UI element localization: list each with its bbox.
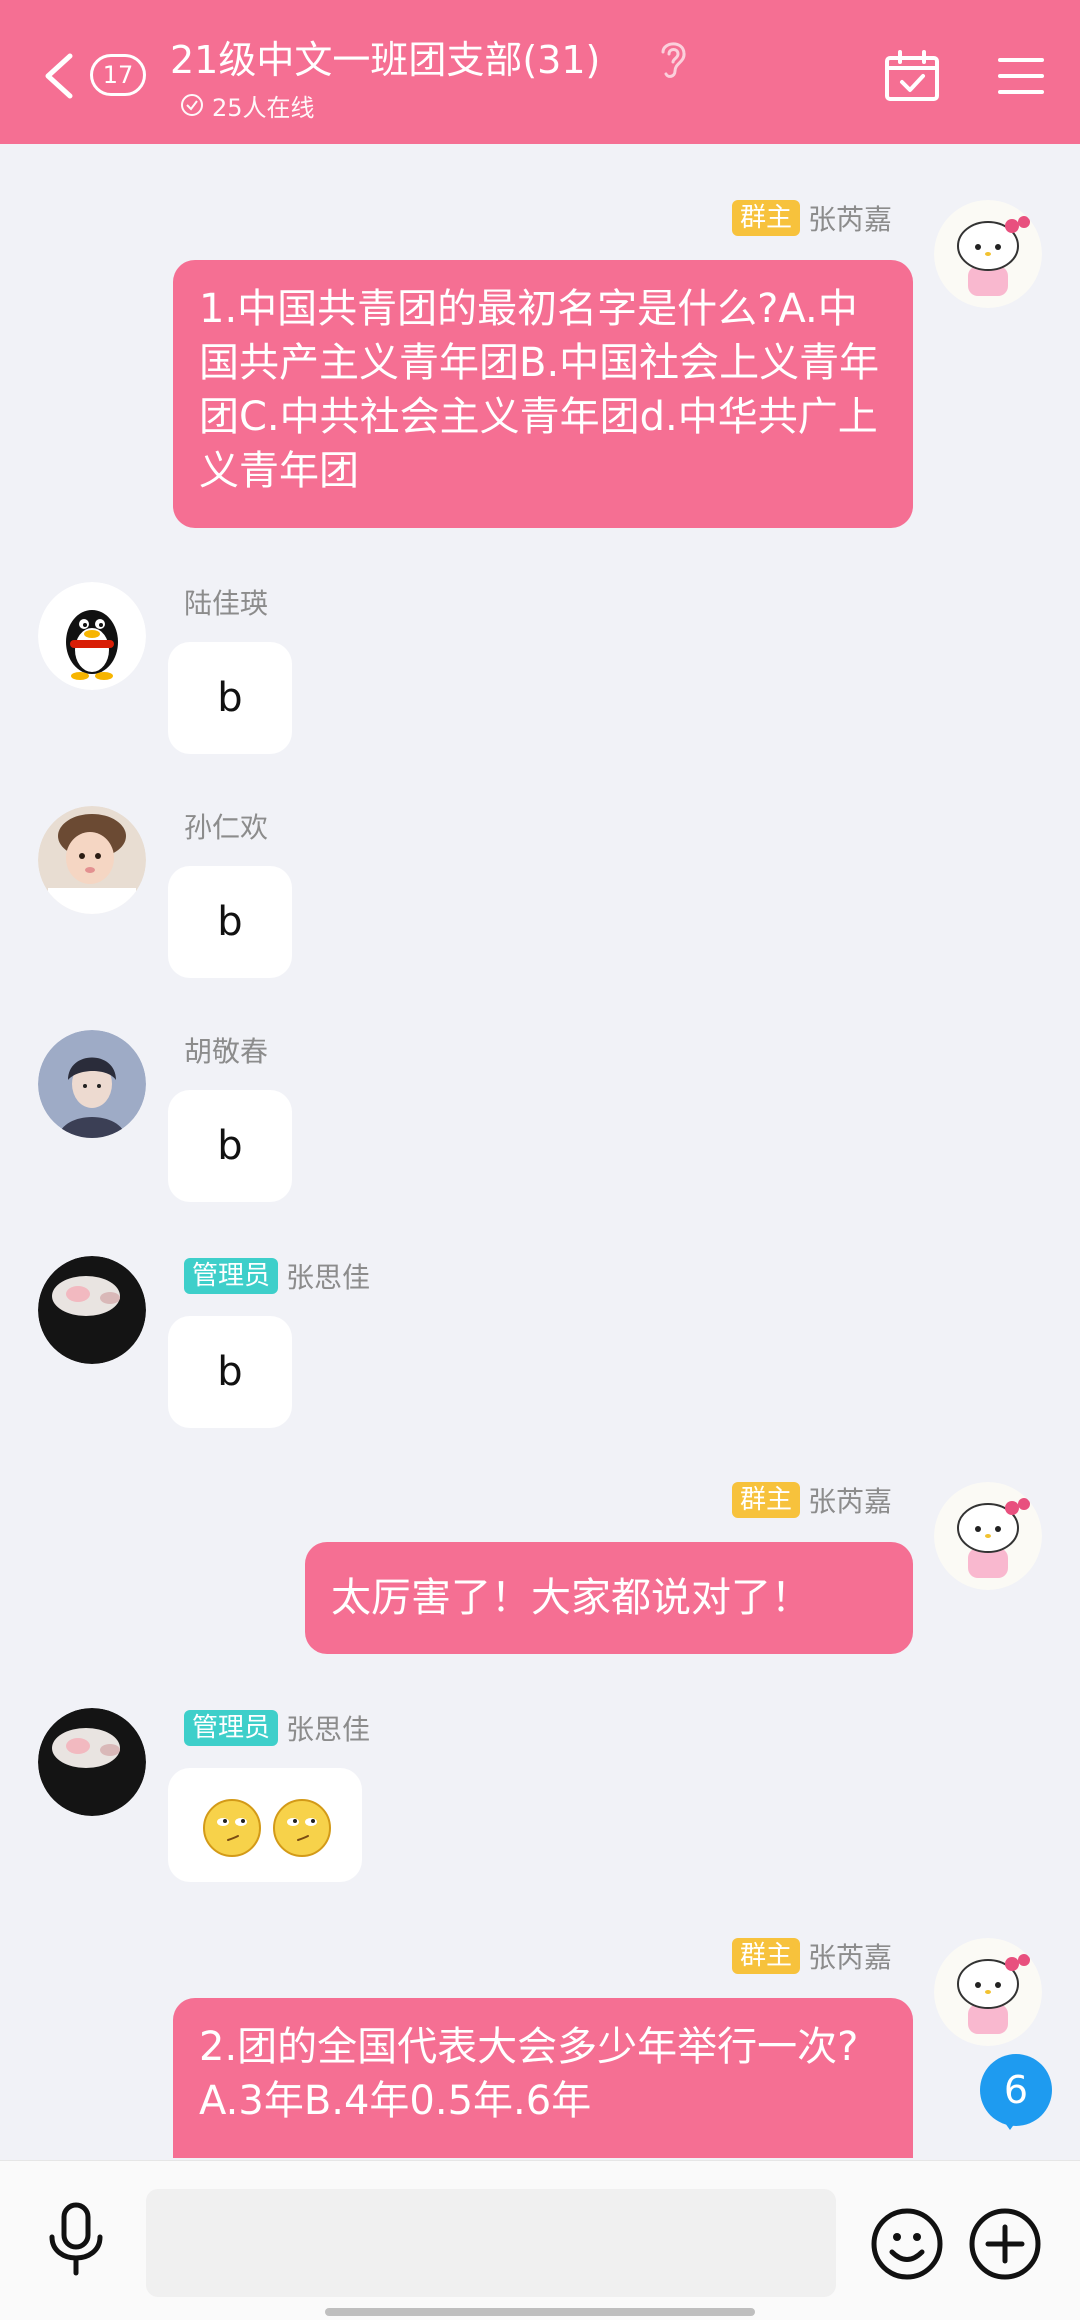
message-bubble[interactable]: b [168,1316,292,1428]
smiley-icon[interactable] [870,2207,944,2281]
sender-row: 管理员 张思佳 [184,1256,370,1296]
sender-row: 胡敬春 [184,1030,268,1070]
smug-face-emoji [203,1799,261,1857]
sender-row: 群主 张芮嘉 [600,198,892,238]
sender-row: 群主 张芮嘉 [600,1936,892,1976]
owner-badge: 群主 [731,1938,800,1974]
calendar-check-icon[interactable] [884,50,940,102]
ear-icon[interactable] [655,36,691,80]
chat-header: 17 21级中文一班团支部(31) 25人在线 [0,0,1080,144]
admin-badge: 管理员 [184,1258,279,1294]
avatar-dark-photo[interactable] [38,1708,146,1816]
menu-icon[interactable] [998,56,1044,96]
owner-badge: 群主 [731,1482,800,1518]
sender-row: 陆佳瑛 [184,582,268,622]
hamster-photo-avatar-image [38,1708,146,1816]
message-input[interactable] [146,2189,836,2297]
home-indicator [325,2308,755,2316]
sender-row: 管理员 张思佳 [184,1708,370,1748]
avatar-dark-photo[interactable] [38,1256,146,1364]
chevron-left-icon[interactable] [40,52,80,100]
sender-name[interactable]: 孙仁欢 [184,806,268,846]
avatar-qq-penguin[interactable] [38,582,146,690]
sender-name[interactable]: 张芮嘉 [808,1480,892,1520]
microphone-icon[interactable] [46,2201,106,2277]
avatar-anime-boy[interactable] [38,1030,146,1138]
input-bar [0,2160,1080,2320]
avatar-hello-kitty[interactable] [934,1938,1042,2046]
hamster-photo-avatar-image [38,1256,146,1364]
avatar-hello-kitty[interactable] [934,200,1042,308]
message-bubble[interactable]: 太厉害了！大家都说对了！ [305,1542,913,1654]
sender-name[interactable]: 张思佳 [286,1708,370,1748]
sender-name[interactable]: 张思佳 [286,1256,370,1296]
message-bubble[interactable]: b [168,866,292,978]
admin-badge: 管理员 [184,1710,279,1746]
emoji-message-bubble[interactable] [168,1768,362,1882]
message-bubble[interactable]: 2.团的全国代表大会多少年举行一次?A.3年B.4年0.5年.6年 [173,1998,913,2158]
sender-name[interactable]: 胡敬春 [184,1030,268,1070]
online-count-text: 25人在线 [212,93,315,122]
anime-boy-avatar-image [38,1030,146,1138]
sender-name[interactable]: 陆佳瑛 [184,582,268,622]
online-status: 25人在线 [180,88,315,122]
child-photo-avatar-image [38,806,146,914]
hello-kitty-avatar-image [934,200,1042,308]
sender-name[interactable]: 张芮嘉 [808,1936,892,1976]
penguin-avatar-image [38,582,146,690]
avatar-hello-kitty[interactable] [934,1482,1042,1590]
plus-circle-icon[interactable] [968,2207,1042,2281]
message-bubble[interactable]: b [168,642,292,754]
new-messages-badge-tail [1000,2116,1020,2130]
message-bubble[interactable]: b [168,1090,292,1202]
hello-kitty-avatar-image [934,1482,1042,1590]
check-circle-icon [181,94,203,116]
chat-title[interactable]: 21级中文一班团支部(31) [170,34,600,86]
sender-row: 群主 张芮嘉 [600,1480,892,1520]
message-bubble[interactable]: 1.中国共青团的最初名字是什么?A.中国共产主义青年团B.中国社会上义青年团C.… [173,260,913,528]
hello-kitty-avatar-image [934,1938,1042,2046]
sender-name[interactable]: 张芮嘉 [808,198,892,238]
unread-chats-count[interactable]: 17 [90,54,146,96]
smug-face-emoji [273,1799,331,1857]
sender-row: 孙仁欢 [184,806,268,846]
avatar-child-photo[interactable] [38,806,146,914]
owner-badge: 群主 [731,200,800,236]
